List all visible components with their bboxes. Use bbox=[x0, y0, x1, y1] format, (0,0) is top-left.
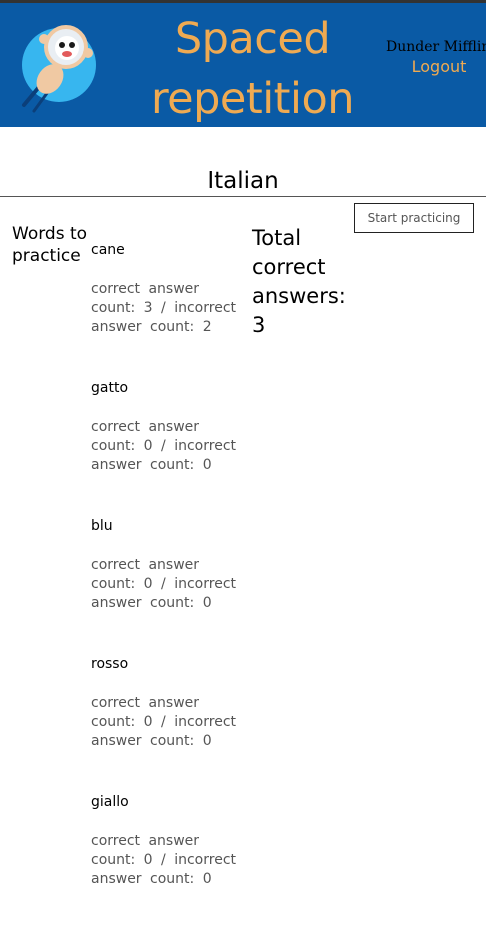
word-stats: correct answer count: 0 / incorrect answ… bbox=[91, 556, 236, 613]
total-correct-answers: Total correct answers: 3 bbox=[252, 224, 352, 340]
word-stats: correct answer count: 3 / incorrect answ… bbox=[91, 280, 236, 337]
word-name: cane bbox=[91, 242, 125, 258]
word-name: rosso bbox=[91, 656, 129, 672]
list-item: gatto correct answer count: 0 / incorrec… bbox=[91, 378, 236, 516]
correct-count: 0 bbox=[143, 852, 153, 868]
correct-count: 0 bbox=[143, 576, 153, 592]
app-title: Spaced repetition bbox=[150, 14, 355, 124]
list-item: rosso correct answer count: 0 / incorrec… bbox=[91, 654, 236, 792]
incorrect-count: 2 bbox=[202, 319, 212, 335]
incorrect-count: 0 bbox=[202, 457, 212, 473]
start-practicing-button[interactable]: Start practicing bbox=[354, 203, 474, 233]
user-name: Dunder Mifflin Admin bbox=[386, 39, 486, 55]
astronaut-rocket-icon[interactable] bbox=[14, 13, 104, 113]
word-stats: correct answer count: 0 / incorrect answ… bbox=[91, 694, 236, 751]
total-correct-value: 3 bbox=[252, 313, 266, 337]
list-item: cane correct answer count: 3 / incorrect… bbox=[91, 240, 236, 378]
words-to-practice-heading: Words to practice bbox=[12, 224, 88, 266]
word-name: gatto bbox=[91, 380, 129, 396]
user-info: Dunder Mifflin Admin Logout bbox=[386, 38, 486, 76]
correct-count: 0 bbox=[143, 714, 153, 730]
word-name: giallo bbox=[91, 794, 129, 810]
word-name: blu bbox=[91, 518, 113, 534]
incorrect-count: 0 bbox=[202, 595, 212, 611]
app-header: Spaced repetition Dunder Mifflin Admin L… bbox=[0, 3, 486, 127]
correct-count: 0 bbox=[143, 438, 153, 454]
separator: / bbox=[161, 714, 166, 730]
separator: / bbox=[161, 300, 166, 316]
separator: / bbox=[161, 576, 166, 592]
logout-link[interactable]: Logout bbox=[386, 58, 486, 76]
word-stats: correct answer count: 0 / incorrect answ… bbox=[91, 832, 236, 889]
language-title: Italian bbox=[207, 168, 279, 195]
list-item: giallo correct answer count: 0 / incorre… bbox=[91, 792, 236, 930]
total-correct-label: Total correct answers: bbox=[252, 226, 346, 308]
list-item: blu correct answer count: 0 / incorrect … bbox=[91, 516, 236, 654]
word-list: cane correct answer count: 3 / incorrect… bbox=[91, 240, 236, 930]
word-stats: correct answer count: 0 / incorrect answ… bbox=[91, 418, 236, 475]
separator: / bbox=[161, 852, 166, 868]
separator: / bbox=[161, 438, 166, 454]
incorrect-count: 0 bbox=[202, 733, 212, 749]
incorrect-count: 0 bbox=[202, 871, 212, 887]
correct-count: 3 bbox=[143, 300, 153, 316]
divider bbox=[0, 196, 486, 197]
